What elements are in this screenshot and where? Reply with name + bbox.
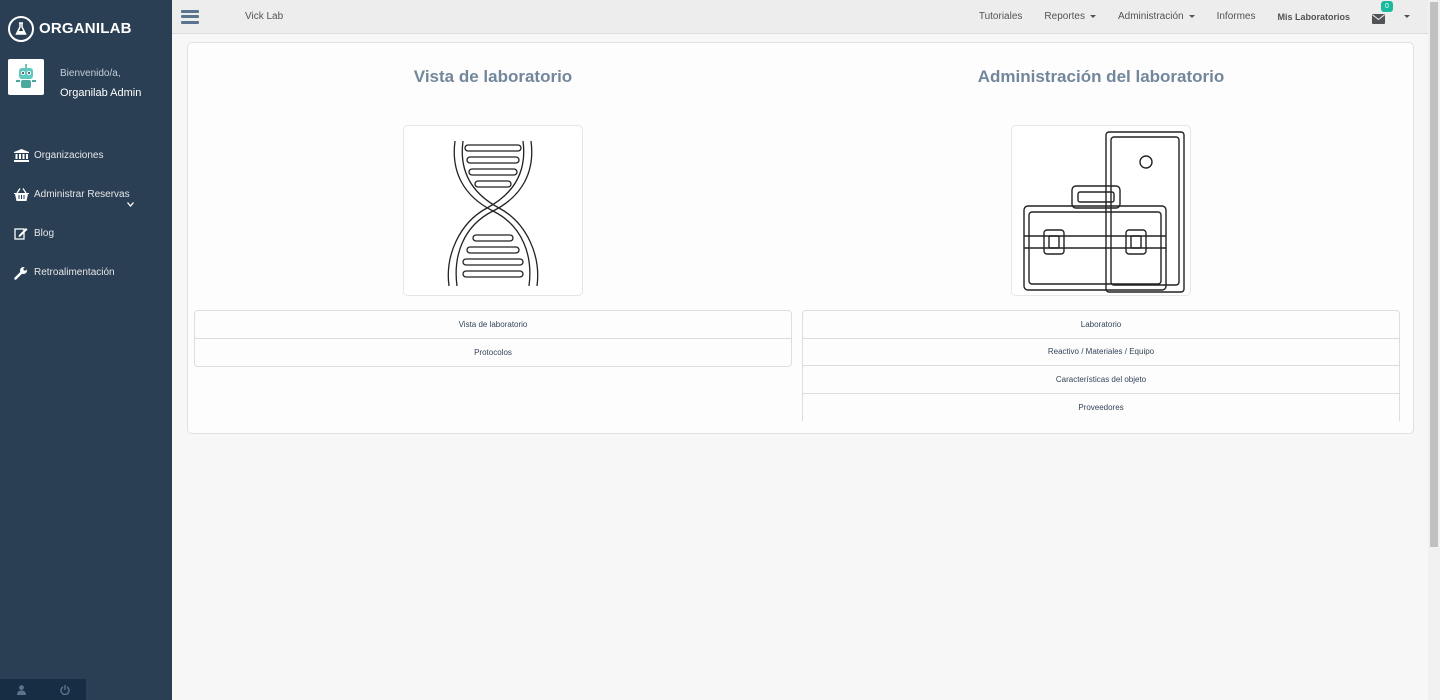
caret-down-icon bbox=[1089, 15, 1096, 18]
nav-reportes[interactable]: Reportes bbox=[1044, 11, 1096, 22]
sidebar-item-label: Organizaciones bbox=[34, 150, 104, 161]
edit-icon bbox=[12, 227, 30, 241]
institution-icon bbox=[12, 149, 30, 163]
sidebar-item-blog[interactable]: Blog bbox=[0, 214, 172, 253]
menu-toggle-icon[interactable] bbox=[181, 9, 199, 24]
dna-icon[interactable] bbox=[403, 125, 583, 296]
main-panel: Vista de laboratorio Vista de laboratori… bbox=[187, 42, 1414, 434]
sidebar-menu: Organizaciones Administrar Reservas Blog… bbox=[0, 136, 172, 292]
welcome-text: Bienvenido/a, bbox=[60, 68, 121, 79]
sidebar: ORGANILAB Bienvenido/a, Organilab Admin … bbox=[0, 0, 172, 700]
sidebar-item-reservas[interactable]: Administrar Reservas bbox=[0, 175, 172, 214]
user-icon[interactable] bbox=[0, 679, 43, 700]
nav-label: Reportes bbox=[1044, 11, 1085, 22]
nav-mis-laboratorios[interactable]: Mis Laboratorios bbox=[1277, 12, 1350, 22]
notification-badge: 0 bbox=[1381, 0, 1393, 12]
sidebar-item-label: Administrar Reservas bbox=[34, 189, 130, 200]
nav-informes[interactable]: Informes bbox=[1217, 11, 1256, 22]
avatar bbox=[8, 59, 44, 95]
sidebar-item-label: Blog bbox=[34, 228, 55, 239]
lab-admin-list: Laboratorio Reactivo / Materiales / Equi… bbox=[802, 310, 1400, 421]
toolbox-icon[interactable] bbox=[1011, 125, 1191, 296]
nav-tutoriales[interactable]: Tutoriales bbox=[979, 11, 1023, 22]
profile: Bienvenido/a, Organilab Admin bbox=[0, 57, 172, 129]
section-title: Administración del laboratorio bbox=[977, 67, 1225, 86]
list-item[interactable]: Vista de laboratorio bbox=[195, 311, 791, 339]
list-item[interactable]: Características del objeto bbox=[803, 366, 1399, 394]
lab-admin-section: Administración del laboratorio Laborator… bbox=[802, 43, 1400, 421]
sidebar-item-retroalimentacion[interactable]: Retroalimentación bbox=[0, 253, 172, 292]
list-item[interactable]: Proveedores bbox=[803, 394, 1399, 422]
caret-down-icon bbox=[1188, 15, 1195, 18]
brand[interactable]: ORGANILAB bbox=[0, 0, 172, 57]
sidebar-item-label: Retroalimentación bbox=[34, 267, 115, 278]
sidebar-footer bbox=[0, 679, 86, 700]
lab-view-section: Vista de laboratorio Vista de laboratori… bbox=[194, 43, 792, 367]
sidebar-item-organizaciones[interactable]: Organizaciones bbox=[0, 136, 172, 175]
mail-icon[interactable]: 0 bbox=[1372, 0, 1393, 24]
nav-label: Mis Laboratorios bbox=[1277, 11, 1350, 22]
nav-administracion[interactable]: Administración bbox=[1118, 11, 1195, 22]
flask-icon bbox=[8, 15, 34, 42]
lab-view-list: Vista de laboratorio Protocolos bbox=[194, 310, 792, 367]
scrollbar-thumb[interactable] bbox=[1430, 2, 1438, 547]
wrench-icon bbox=[12, 266, 30, 280]
nav-label: Administración bbox=[1117, 11, 1184, 22]
username: Organilab Admin bbox=[60, 87, 142, 99]
list-item[interactable]: Reactivo / Materiales / Equipo bbox=[803, 339, 1399, 366]
page-scrollbar[interactable] bbox=[1428, 0, 1440, 700]
top-navbar: Vick Lab Tutoriales Reportes Administrac… bbox=[172, 0, 1428, 34]
current-lab-name[interactable]: Vick Lab bbox=[245, 11, 283, 22]
nav-label: Informes bbox=[1216, 11, 1256, 22]
basket-icon bbox=[12, 188, 30, 202]
list-item[interactable]: Laboratorio bbox=[803, 311, 1399, 339]
user-dropdown-caret[interactable] bbox=[1404, 15, 1410, 18]
power-icon[interactable] bbox=[43, 679, 86, 700]
list-item[interactable]: Protocolos bbox=[195, 339, 791, 367]
nav-label: Tutoriales bbox=[978, 11, 1023, 22]
section-title: Vista de laboratorio bbox=[413, 67, 573, 86]
brand-name: ORGANILAB bbox=[39, 20, 132, 37]
chevron-down-icon bbox=[127, 199, 134, 210]
